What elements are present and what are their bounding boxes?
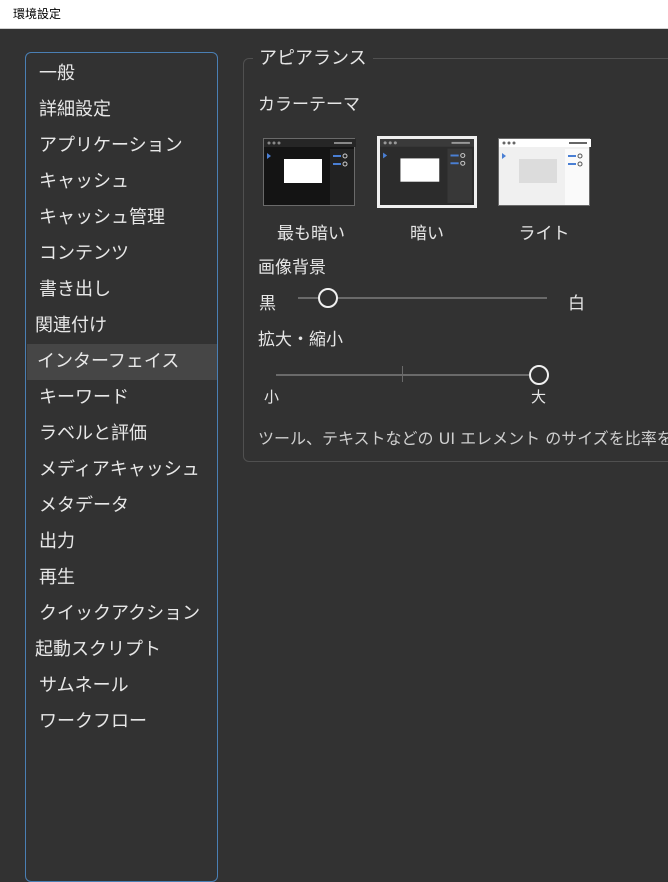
sidebar-item-startup-scripts[interactable]: 起動スクリプト — [27, 632, 217, 668]
sidebar-item-label: 書き出し — [39, 279, 111, 300]
sidebar-item-keywords[interactable]: キーワード — [27, 380, 217, 416]
theme-light-preview-icon — [499, 139, 591, 205]
sidebar-item-label: サムネール — [39, 675, 129, 696]
theme-dark-thumbnail[interactable] — [377, 136, 477, 208]
theme-light-label: ライト — [518, 224, 570, 244]
theme-darkest-label: 最も暗い — [277, 224, 345, 244]
image-background-max-label: 白 — [568, 294, 585, 314]
sidebar-item-label: キーワード — [39, 387, 129, 408]
sidebar-item-label: アプリケーション — [39, 135, 183, 156]
theme-light-thumbnail[interactable] — [498, 138, 591, 206]
sidebar-item-label: クイックアクション — [39, 603, 201, 624]
sidebar-item-workflow[interactable]: ワークフロー — [27, 704, 217, 740]
window-titlebar: 環境設定 — [0, 0, 668, 29]
sidebar-item-quick-actions[interactable]: クイックアクション — [27, 596, 217, 632]
appearance-group-title: アピアランス — [253, 44, 373, 70]
theme-dark-label: 暗い — [410, 224, 444, 244]
color-theme-label: カラーテーマ — [258, 95, 360, 115]
sidebar-item-interface[interactable]: インターフェイス — [27, 344, 217, 380]
sidebar-item-application[interactable]: アプリケーション — [27, 128, 217, 164]
sidebar-item-playback[interactable]: 再生 — [27, 560, 217, 596]
sidebar-item-label: 再生 — [39, 567, 75, 588]
sidebar-item-label: 起動スクリプト — [35, 639, 161, 660]
sidebar-item-cache[interactable]: キャッシュ — [27, 164, 217, 200]
scale-slider-thumb[interactable] — [529, 365, 549, 385]
sidebar-item-label: コンテンツ — [39, 243, 129, 264]
scale-slider-tick — [402, 366, 403, 382]
sidebar-item-label: 一般 — [39, 63, 75, 84]
sidebar-item-label: 出力 — [39, 531, 75, 552]
sidebar-item-file-type-associations[interactable]: 関連付け — [27, 308, 217, 344]
sidebar-item-label: キャッシュ管理 — [39, 207, 165, 228]
scale-slider-track[interactable] — [276, 374, 539, 376]
sidebar-item-general[interactable]: 一般 — [27, 56, 217, 92]
sidebar-item-label: ワークフロー — [39, 711, 147, 732]
window-title: 環境設定 — [13, 7, 62, 21]
sidebar-item-cache-management[interactable]: キャッシュ管理 — [27, 200, 217, 236]
sidebar-item-label: インターフェイス — [37, 351, 180, 372]
sidebar-item-label: メディアキャッシュ — [39, 459, 200, 480]
sidebar-item-label: 詳細設定 — [39, 99, 111, 120]
sidebar-item-contents[interactable]: コンテンツ — [27, 236, 217, 272]
sidebar-item-labels-and-ratings[interactable]: ラベルと評価 — [27, 416, 217, 452]
scale-min-label: 小 — [264, 388, 280, 406]
sidebar-item-thumbnails[interactable]: サムネール — [27, 668, 217, 704]
sidebar-item-output[interactable]: 出力 — [27, 524, 217, 560]
scale-description: ツール、テキストなどの UI エレメント のサイズを比率を — [258, 429, 668, 448]
sidebar-item-label: 関連付け — [35, 315, 107, 336]
image-background-label: 画像背景 — [258, 258, 326, 278]
sidebar-item-label: キャッシュ — [39, 171, 129, 192]
scale-label: 拡大・縮小 — [258, 330, 343, 350]
sidebar-item-metadata[interactable]: メタデータ — [27, 488, 217, 524]
theme-darkest-thumbnail[interactable] — [263, 138, 356, 206]
scale-max-label: 大 — [531, 388, 547, 406]
sidebar-item-media-cache[interactable]: メディアキャッシュ — [27, 452, 217, 488]
theme-dark-preview-icon — [380, 139, 474, 204]
image-background-slider-thumb[interactable] — [317, 288, 338, 308]
image-background-min-label: 黒 — [259, 294, 276, 314]
sidebar-item-advanced[interactable]: 詳細設定 — [27, 92, 217, 128]
theme-darkest-preview-icon — [264, 139, 356, 205]
sidebar-item-label: ラベルと評価 — [39, 423, 147, 444]
preferences-sidebar: 一般 詳細設定 アプリケーション キャッシュ キャッシュ管理 コンテンツ 書き出… — [25, 52, 218, 882]
sidebar-item-label: メタデータ — [39, 495, 129, 516]
sidebar-item-export[interactable]: 書き出し — [27, 272, 217, 308]
